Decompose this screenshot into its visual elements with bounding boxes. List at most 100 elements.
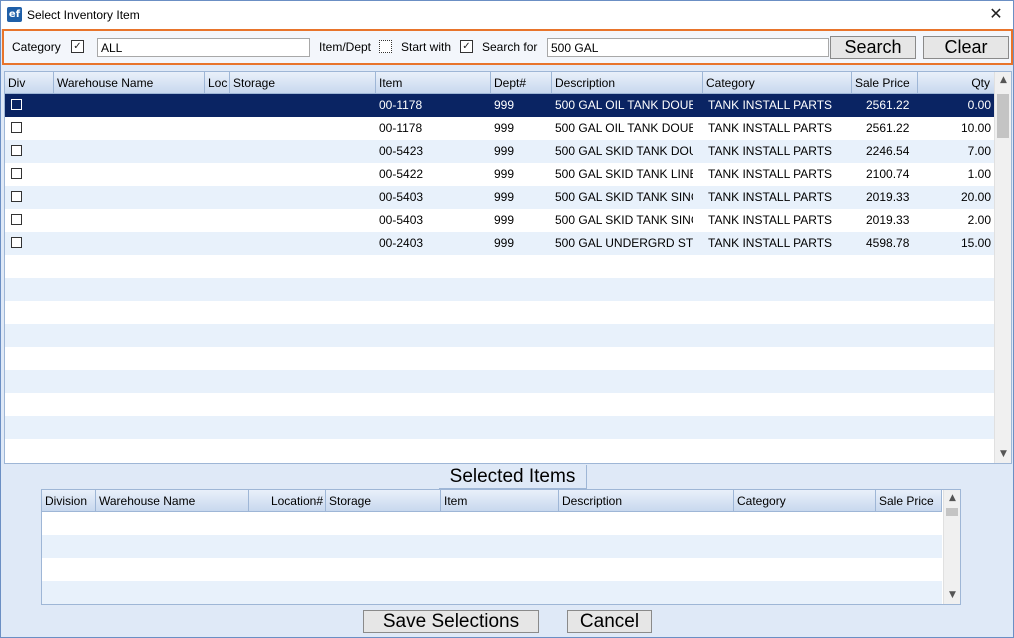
- row-description: 500 GAL SKID TANK SINGLE: [555, 213, 693, 227]
- row-category: TANK INSTALL PARTS: [708, 190, 833, 204]
- row-checkbox[interactable]: [11, 145, 22, 156]
- row-dept: 999: [494, 98, 515, 112]
- scroll-thumb[interactable]: [997, 94, 1009, 138]
- col-dept[interactable]: Dept#: [491, 72, 552, 94]
- row-item: 00-5422: [379, 167, 424, 181]
- row-sale-price: 2561.22: [866, 121, 910, 135]
- select-inventory-dialog: ef Select Inventory Item ✕ Category ✓ It…: [0, 0, 1014, 638]
- scroll-up-icon[interactable]: ▲: [944, 490, 960, 507]
- category-checkbox[interactable]: ✓: [71, 40, 84, 53]
- row-qty: 2.00: [967, 213, 991, 227]
- col-sale-price[interactable]: Sale Price: [876, 490, 942, 512]
- row-sale-price: 2019.33: [866, 213, 910, 227]
- row-sale-price: 2246.54: [866, 144, 910, 158]
- selected-grid-header: Division Warehouse Name Location# Storag…: [42, 490, 942, 512]
- col-sale-price[interactable]: Sale Price: [852, 72, 918, 94]
- col-location[interactable]: Location#: [249, 490, 326, 512]
- row-checkbox[interactable]: [11, 122, 22, 133]
- row-dept: 999: [494, 144, 515, 158]
- row-item: 00-5403: [379, 213, 424, 227]
- row-qty: 15.00: [960, 236, 991, 250]
- row-checkbox[interactable]: [11, 214, 22, 225]
- empty-row: [5, 324, 995, 347]
- search-for-input[interactable]: [547, 38, 829, 57]
- col-description[interactable]: Description: [552, 72, 703, 94]
- row-qty: 0.00: [967, 98, 991, 112]
- save-selections-button[interactable]: Save Selections: [363, 610, 539, 633]
- row-description: 500 GAL SKID TANK SINGLE: [555, 190, 693, 204]
- col-division[interactable]: Division: [42, 490, 96, 512]
- empty-row: [5, 255, 995, 278]
- row-qty: 1.00: [967, 167, 991, 181]
- col-loc[interactable]: Loc: [205, 72, 230, 94]
- table-row[interactable]: 00-5403 999 500 GAL SKID TANK SINGLE TAN…: [5, 209, 995, 232]
- row-dept: 999: [494, 167, 515, 181]
- row-checkbox[interactable]: [11, 191, 22, 202]
- row-item: 00-5423: [379, 144, 424, 158]
- row-item: 00-1178: [379, 121, 423, 135]
- col-qty[interactable]: Qty: [918, 72, 995, 94]
- table-row[interactable]: 00-5403 999 500 GAL SKID TANK SINGLE TAN…: [5, 186, 995, 209]
- row-category: TANK INSTALL PARTS: [708, 167, 833, 181]
- col-storage[interactable]: Storage: [230, 72, 376, 94]
- selected-scrollbar[interactable]: ▲ ▼: [943, 490, 960, 604]
- start-with-label: Start with: [401, 40, 452, 54]
- table-row[interactable]: 00-1178 999 500 GAL OIL TANK DOUBLE TANK…: [5, 94, 995, 117]
- empty-row: [42, 558, 942, 581]
- row-sale-price: 2100.74: [866, 167, 910, 181]
- inventory-scrollbar[interactable]: ▲ ▼: [994, 72, 1011, 463]
- empty-row: [42, 535, 942, 558]
- scroll-down-icon[interactable]: ▼: [944, 587, 960, 604]
- col-description[interactable]: Description: [559, 490, 734, 512]
- col-storage[interactable]: Storage: [326, 490, 441, 512]
- scroll-down-icon[interactable]: ▼: [995, 446, 1011, 463]
- row-checkbox[interactable]: [11, 237, 22, 248]
- empty-row: [42, 581, 942, 604]
- empty-row: [5, 370, 995, 393]
- row-category: TANK INSTALL PARTS: [708, 121, 833, 135]
- col-category[interactable]: Category: [734, 490, 876, 512]
- row-description: 500 GAL SKID TANK DOUBLE: [555, 144, 693, 158]
- row-checkbox[interactable]: [11, 99, 22, 110]
- selected-items-grid: Division Warehouse Name Location# Storag…: [41, 489, 961, 605]
- search-bar: Category ✓ Item/Dept Start with ✓ Search…: [2, 29, 1013, 65]
- table-row[interactable]: 00-1178 999 500 GAL OIL TANK DOUBLE TANK…: [5, 117, 995, 140]
- table-row[interactable]: 00-2403 999 500 GAL UNDERGRD STEEL TANK …: [5, 232, 995, 255]
- col-item[interactable]: Item: [441, 490, 559, 512]
- col-div[interactable]: Div: [5, 72, 54, 94]
- table-row[interactable]: 00-5423 999 500 GAL SKID TANK DOUBLE TAN…: [5, 140, 995, 163]
- start-with-checkbox[interactable]: ✓: [460, 40, 473, 53]
- scroll-up-icon[interactable]: ▲: [995, 72, 1011, 89]
- col-warehouse-name[interactable]: Warehouse Name: [54, 72, 205, 94]
- scroll-thumb[interactable]: [946, 508, 958, 516]
- row-checkbox[interactable]: [11, 168, 22, 179]
- empty-row: [42, 512, 942, 535]
- row-sale-price: 2561.22: [866, 98, 910, 112]
- selected-items-title: Selected Items: [439, 465, 587, 489]
- search-button[interactable]: Search: [830, 36, 916, 59]
- row-category: TANK INSTALL PARTS: [708, 98, 833, 112]
- item-dept-label: Item/Dept: [319, 40, 372, 54]
- col-item[interactable]: Item: [376, 72, 491, 94]
- category-input[interactable]: [97, 38, 310, 57]
- row-description: 500 GAL UNDERGRD STEEL: [555, 236, 693, 250]
- empty-row: [5, 439, 995, 462]
- cancel-button[interactable]: Cancel: [567, 610, 652, 633]
- clear-button[interactable]: Clear: [923, 36, 1009, 59]
- inventory-grid-header: Div Warehouse Name Loc Storage Item Dept…: [5, 72, 995, 94]
- col-warehouse-name[interactable]: Warehouse Name: [96, 490, 249, 512]
- empty-row: [5, 416, 995, 439]
- row-description: 500 GAL SKID TANK LINER: [555, 167, 693, 181]
- table-row[interactable]: 00-5422 999 500 GAL SKID TANK LINER TANK…: [5, 163, 995, 186]
- item-dept-checkbox[interactable]: [379, 40, 392, 53]
- col-category[interactable]: Category: [703, 72, 852, 94]
- row-sale-price: 2019.33: [866, 190, 910, 204]
- row-dept: 999: [494, 236, 515, 250]
- row-dept: 999: [494, 121, 515, 135]
- row-description: 500 GAL OIL TANK DOUBLE: [555, 98, 693, 112]
- row-category: TANK INSTALL PARTS: [708, 236, 833, 250]
- close-icon[interactable]: ✕: [987, 5, 1005, 23]
- row-category: TANK INSTALL PARTS: [708, 144, 833, 158]
- row-item: 00-5403: [379, 190, 424, 204]
- row-qty: 7.00: [967, 144, 991, 158]
